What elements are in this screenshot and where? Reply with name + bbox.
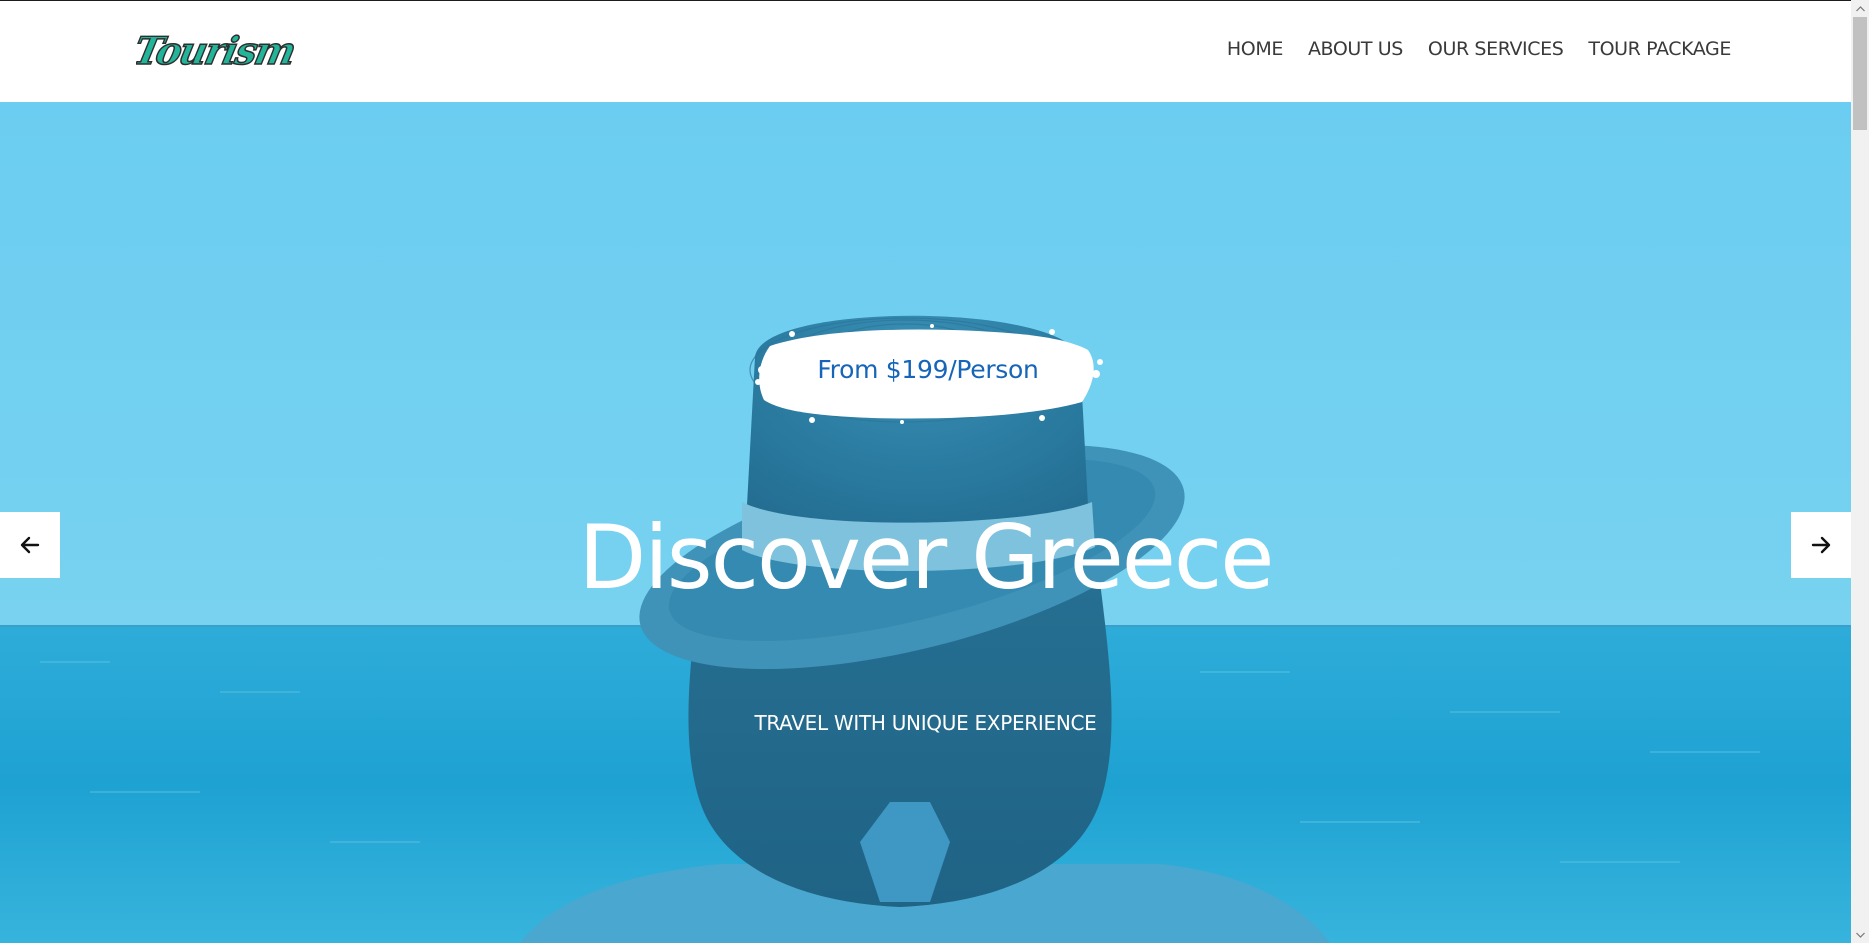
nav-home[interactable]: HOME xyxy=(1227,38,1283,60)
scroll-down-button[interactable] xyxy=(1851,926,1869,943)
slider-prev-button[interactable] xyxy=(0,512,60,578)
chevron-down-icon xyxy=(1855,932,1865,938)
nav-our-services[interactable]: OUR SERVICES xyxy=(1428,38,1564,60)
logo-lettering: Tourism xyxy=(136,29,299,74)
hero-caption: From $199/Person Discover Greece TRAVEL … xyxy=(0,102,1851,943)
nav-about-us[interactable]: ABOUT US xyxy=(1308,38,1403,60)
arrow-right-icon xyxy=(1811,536,1831,554)
hero-subtitle: TRAVEL WITH UNIQUE EXPERIENCE xyxy=(754,711,1097,735)
hero-title: Discover Greece xyxy=(578,506,1275,609)
price-text: From $199/Person xyxy=(817,354,1039,384)
nav-tour-package[interactable]: TOUR PACKAGE xyxy=(1588,38,1731,60)
chevron-up-icon xyxy=(1855,5,1865,11)
site-logo[interactable]: Tourism xyxy=(129,26,316,76)
scrollbar-thumb[interactable] xyxy=(1853,17,1867,130)
main-nav: HOME ABOUT US OUR SERVICES TOUR PACKAGE xyxy=(1227,38,1732,60)
arrow-left-icon xyxy=(20,536,40,554)
vertical-scrollbar[interactable] xyxy=(1851,0,1869,943)
scroll-up-button[interactable] xyxy=(1851,0,1869,17)
slider-next-button[interactable] xyxy=(1791,512,1851,578)
hero-slider: From $199/Person Discover Greece TRAVEL … xyxy=(0,102,1851,943)
site-header: Tourism HOME ABOUT US OUR SERVICES TOUR … xyxy=(0,0,1851,102)
page: Tourism HOME ABOUT US OUR SERVICES TOUR … xyxy=(0,0,1851,943)
price-badge: From $199/Person xyxy=(752,324,1104,424)
top-border xyxy=(0,0,1851,1)
